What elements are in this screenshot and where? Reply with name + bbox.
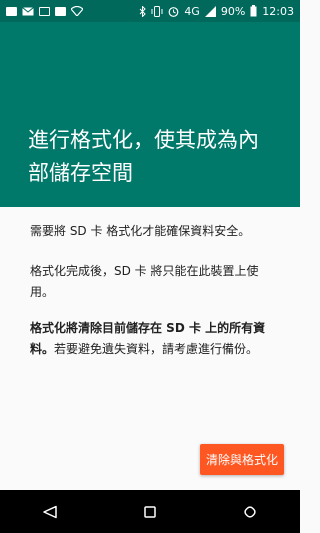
- warning-text: 格式化將清除目前儲存在 SD 卡 上的所有資料。若要避免遺失資料，請考慮進行備份…: [30, 318, 276, 360]
- add-notification-icon: [6, 6, 17, 16]
- notification-icons: [6, 6, 83, 16]
- image-icon: [39, 6, 50, 16]
- network-type: 4G: [184, 4, 200, 18]
- clock: 12:03: [262, 4, 294, 18]
- recents-icon: [244, 505, 256, 518]
- system-status: 4G 90% 12:03: [139, 5, 294, 18]
- format-result-text: 格式化完成後，SD 卡 將只能在此裝置上使用。: [30, 264, 259, 299]
- navigation-bar: [0, 490, 300, 533]
- backup-hint-text: 若要避免遺失資料，請考慮進行備份。: [54, 342, 259, 356]
- battery-icon: [250, 5, 257, 17]
- recents-button[interactable]: [230, 492, 270, 532]
- mail-icon: [22, 6, 34, 15]
- news-icon: [55, 6, 66, 16]
- wifi-icon: [71, 6, 83, 16]
- bluetooth-icon: [139, 5, 147, 17]
- page-title: 進行格式化，使其成為內部儲存空間: [28, 128, 259, 185]
- back-button[interactable]: [30, 492, 70, 532]
- description-text: 需要將 SD 卡 格式化才能確保資料安全。: [30, 224, 251, 238]
- signal-icon: [204, 5, 216, 17]
- status-bar: 4G 90% 12:03: [0, 0, 300, 22]
- alarm-icon: [168, 6, 179, 17]
- vibrate-icon: [151, 5, 163, 17]
- erase-and-format-button[interactable]: 清除與格式化: [200, 444, 284, 475]
- home-button[interactable]: [130, 492, 170, 532]
- header: 進行格式化，使其成為內部儲存空間: [0, 22, 300, 207]
- home-icon: [144, 505, 156, 518]
- battery-percentage: 90%: [220, 4, 246, 18]
- back-icon: [43, 505, 57, 518]
- content-area: 需要將 SD 卡 格式化才能確保資料安全。 格式化完成後，SD 卡 將只能在此裝…: [0, 207, 300, 490]
